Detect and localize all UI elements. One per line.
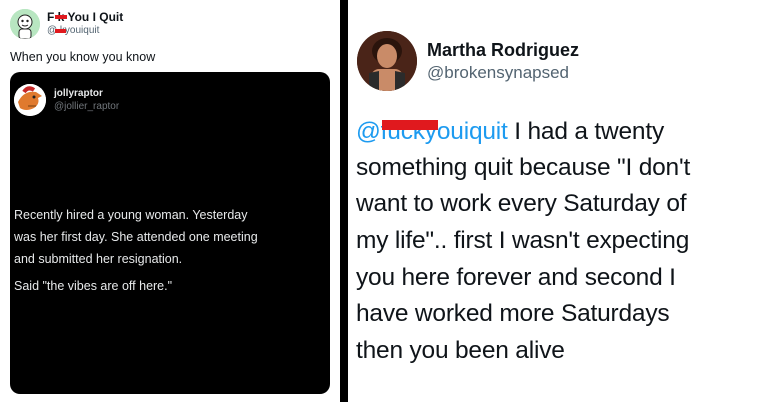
tweet-text: When you know you know <box>10 50 156 64</box>
tweet-text-line: @fuckyouiquit I had a twenty <box>356 118 665 145</box>
redaction-mark <box>55 15 67 19</box>
author-avatar[interactable] <box>10 9 40 39</box>
cartoon-avatar-icon <box>10 9 40 39</box>
embedded-text-line: Said "the vibes are off here." <box>14 279 173 293</box>
left-tweet-screenshot: F k You I Quit @ kyouiquit When you know… <box>0 0 340 402</box>
tweet-text-line: my life".. first I wasn't expecting <box>356 227 690 254</box>
tweet-text-line: want to work every Saturday of <box>356 190 687 217</box>
embedded-author-name[interactable]: jollyraptor <box>54 88 103 99</box>
redaction-mark <box>55 29 66 33</box>
redaction-mark <box>382 120 438 130</box>
author-avatar[interactable] <box>357 31 417 91</box>
embedded-text-line: was her first day. She attended one meet… <box>14 230 258 244</box>
panel-divider <box>340 0 348 402</box>
person-photo-icon <box>357 31 417 91</box>
embedded-text-line: Recently hired a young woman. Yesterday <box>14 208 248 222</box>
tweet-text-line: something quit because "I don't <box>356 154 691 181</box>
mention-link[interactable]: @fuckyouiquit <box>356 118 508 145</box>
raptor-avatar-icon <box>14 84 46 116</box>
tweet-text-line: you here forever and second I <box>356 264 676 291</box>
right-tweet-screenshot: Martha Rodriguez @brokensynapsed @fuckyo… <box>348 0 768 402</box>
embedded-author-avatar[interactable] <box>14 84 46 116</box>
author-name[interactable]: Martha Rodriguez <box>427 40 579 61</box>
author-handle[interactable]: @brokensynapsed <box>427 63 569 83</box>
embedded-text-line: and submitted her resignation. <box>14 252 183 266</box>
tweet-text-line: have worked more Saturdays <box>356 300 670 327</box>
embedded-author-handle[interactable]: @jollier_raptor <box>54 101 119 112</box>
tweet-text-line: then you been alive <box>356 337 565 364</box>
